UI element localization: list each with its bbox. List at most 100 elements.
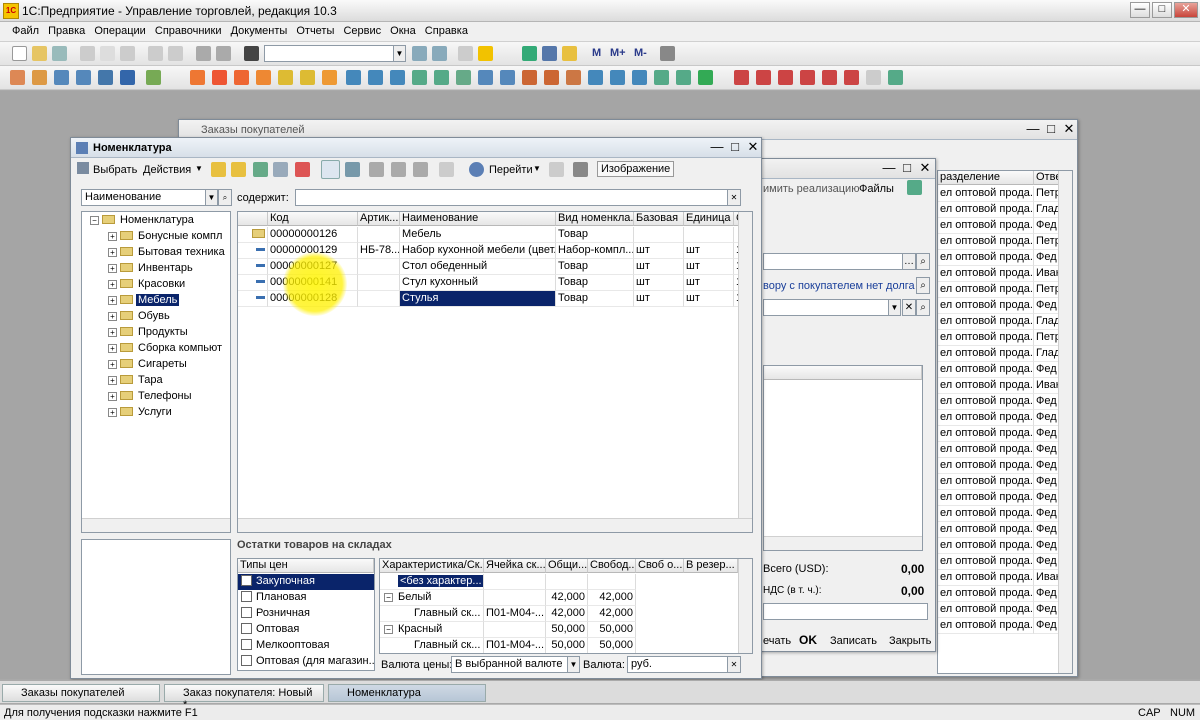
close-button[interactable]: Закрыть: [889, 635, 931, 647]
tree-item[interactable]: + Услуги: [108, 406, 174, 422]
menu-catalogs[interactable]: Справочники: [152, 22, 225, 40]
table-row[interactable]: 00000000126 Мебель Товар: [238, 227, 742, 243]
doc-icon-39[interactable]: [888, 70, 903, 85]
tree-item[interactable]: + Сигареты: [108, 358, 189, 374]
doc-icon-37[interactable]: [844, 70, 859, 85]
doc-icon-9[interactable]: [212, 70, 227, 85]
save-button[interactable]: Записать: [830, 635, 877, 647]
collapse-icon[interactable]: −: [384, 625, 393, 634]
nomenclature-minimize-button[interactable]: —: [709, 140, 725, 154]
save-icon[interactable]: [52, 46, 67, 61]
find-binoculars-icon[interactable]: [244, 46, 259, 61]
price-type-item[interactable]: Мелкооптовая: [238, 638, 374, 654]
doc-icon-33[interactable]: [756, 70, 771, 85]
clear-filter-icon[interactable]: [439, 162, 454, 177]
edit-item-icon[interactable]: [273, 162, 288, 177]
search-icon-2[interactable]: ⌕: [916, 277, 930, 294]
checkbox-icon[interactable]: [241, 591, 252, 602]
collapse-icon[interactable]: −: [90, 216, 99, 225]
search-field-chevron-icon[interactable]: ▼: [205, 189, 218, 206]
search-icon-3[interactable]: ⌕: [916, 299, 930, 316]
tree-item[interactable]: + Красовки: [108, 278, 187, 294]
stock-characteristic[interactable]: − Красный: [380, 622, 484, 638]
doc-icon-11[interactable]: [256, 70, 271, 85]
menu-operations[interactable]: Операции: [91, 22, 148, 40]
search-next-icon[interactable]: [432, 46, 447, 61]
doc-icon-12[interactable]: [278, 70, 293, 85]
tree-item[interactable]: + Обувь: [108, 310, 172, 326]
hierarchy-toggle-icon[interactable]: [321, 160, 340, 179]
help-icon[interactable]: [549, 162, 564, 177]
stock-col-characteristic[interactable]: Характеристика/Ск...: [380, 559, 484, 573]
contract-debt-link[interactable]: вору с покупателем нет долга: [763, 280, 915, 292]
stock-characteristic[interactable]: <без характер...: [380, 574, 484, 590]
doc-icon-21[interactable]: [478, 70, 493, 85]
order-field-1-select-button[interactable]: …: [902, 253, 916, 270]
checkbox-icon[interactable]: [241, 623, 252, 634]
doc-icon-14[interactable]: [322, 70, 337, 85]
doc-icon-3[interactable]: [54, 70, 69, 85]
doc-icon-22[interactable]: [500, 70, 515, 85]
expand-icon[interactable]: +: [108, 328, 117, 337]
expand-icon[interactable]: +: [108, 360, 117, 369]
app-close-button[interactable]: ✕: [1174, 2, 1198, 18]
col-header-name[interactable]: Наименование: [400, 212, 556, 226]
price-types-list[interactable]: Типы цен Закупочная Плановая Розничная Опто…: [237, 558, 375, 671]
chevron-down-icon[interactable]: ▼: [393, 45, 406, 62]
task-nomenclature[interactable]: Номенклатура: [328, 684, 486, 702]
search-icon-nom[interactable]: ⌕: [218, 189, 232, 206]
stock-characteristic[interactable]: Главный ск...: [380, 638, 484, 653]
menu-documents[interactable]: Документы: [228, 22, 291, 40]
tree-item[interactable]: + Бонусные компл: [108, 230, 224, 246]
filter-history-icon[interactable]: [413, 162, 428, 177]
stock-table[interactable]: Характеристика/Ск... Ячейка ск... Общи..…: [379, 558, 753, 654]
stock-col-free[interactable]: Свобод...: [588, 559, 636, 573]
copy-icon[interactable]: [100, 46, 115, 61]
doc-icon-24[interactable]: [544, 70, 559, 85]
create-sale-button[interactable]: имить реализацию: [763, 183, 859, 195]
orders-minimize-button[interactable]: —: [1025, 122, 1041, 136]
move-to-group-icon[interactable]: [345, 162, 360, 177]
checkbox-icon[interactable]: [241, 607, 252, 618]
search-field-select[interactable]: Наименование: [81, 189, 207, 206]
doc-icon-20[interactable]: [456, 70, 471, 85]
tree-item[interactable]: + Продукты: [108, 326, 190, 342]
menu-file[interactable]: Файл: [0, 22, 42, 40]
app-maximize-button[interactable]: □: [1152, 2, 1172, 18]
doc-icon-17[interactable]: [390, 70, 405, 85]
stock-col-cell[interactable]: Ячейка ск...: [484, 559, 546, 573]
list-hscroll[interactable]: [238, 518, 752, 532]
doc-icon-34[interactable]: [778, 70, 793, 85]
stock-col-total[interactable]: Общи...: [546, 559, 588, 573]
order-field-2[interactable]: [763, 299, 889, 316]
menu-windows[interactable]: Окна: [387, 22, 419, 40]
stock-col-free2[interactable]: Своб о...: [636, 559, 684, 573]
memory-plus-button[interactable]: M+: [610, 47, 626, 59]
stock-characteristic[interactable]: − Белый: [380, 590, 484, 606]
doc-icon-25[interactable]: [566, 70, 581, 85]
doc-icon-7[interactable]: [146, 70, 161, 85]
windows-icon[interactable]: [458, 46, 473, 61]
currency2-clear-icon[interactable]: ✕: [727, 656, 741, 673]
doc-icon-5[interactable]: [98, 70, 113, 85]
contains-input[interactable]: [295, 189, 729, 206]
1c-icon[interactable]: [478, 46, 493, 61]
doc-icon-15[interactable]: [346, 70, 361, 85]
delete-item-icon[interactable]: [295, 162, 310, 177]
stock-col-reserve[interactable]: В резер...: [684, 559, 738, 573]
undo-icon[interactable]: [196, 46, 211, 61]
clear-x-icon[interactable]: ✕: [902, 299, 916, 316]
orders-scrollbar[interactable]: [1058, 171, 1072, 673]
doc-icon-8[interactable]: [190, 70, 205, 85]
doc-icon-31[interactable]: [698, 70, 713, 85]
expand-icon[interactable]: +: [108, 344, 117, 353]
doc-icon-30[interactable]: [676, 70, 691, 85]
checkbox-icon[interactable]: [241, 639, 252, 650]
files-button[interactable]: Файлы: [859, 183, 894, 195]
price-type-item[interactable]: Оптовая (для магазин...: [238, 654, 374, 670]
clear-search-icon[interactable]: ✕: [727, 189, 741, 206]
barcode-icon[interactable]: [573, 162, 588, 177]
print-button[interactable]: ечать: [763, 635, 791, 647]
doc-icon-29[interactable]: [654, 70, 669, 85]
memory-minus-button[interactable]: M-: [634, 47, 647, 59]
